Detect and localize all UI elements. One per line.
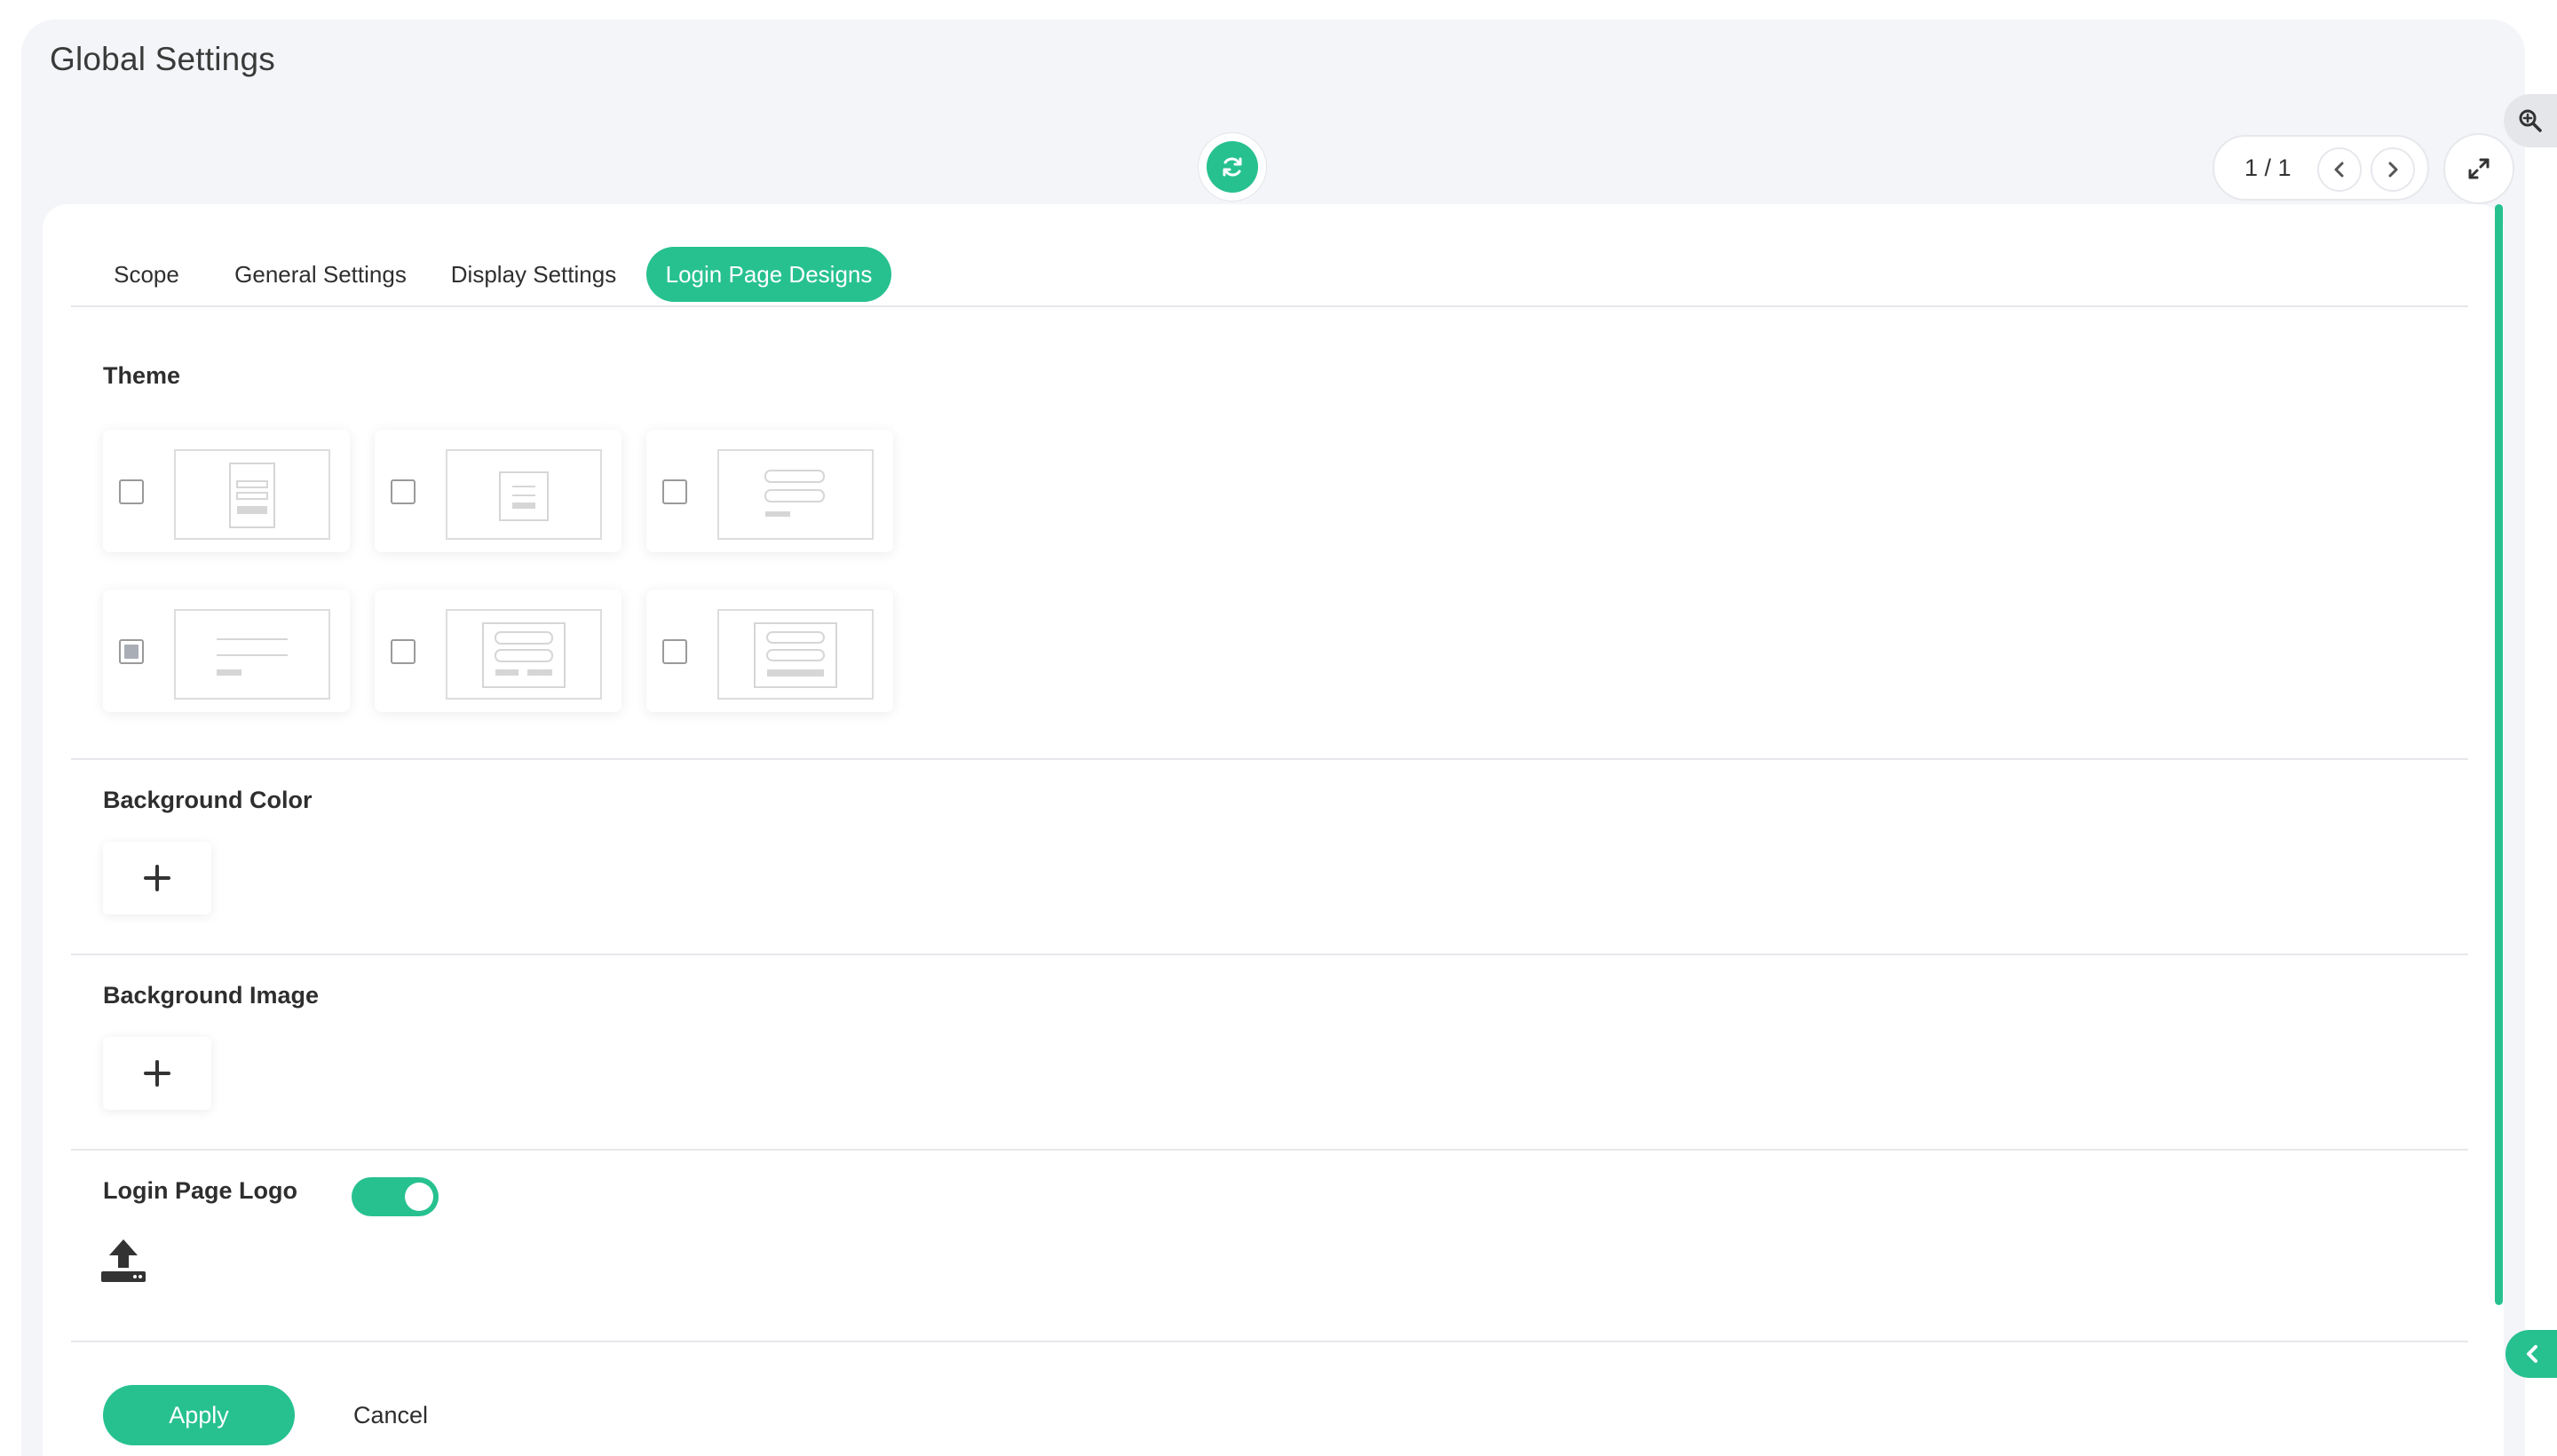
theme-checkbox-4[interactable]	[119, 639, 144, 664]
theme-preview-6	[717, 609, 874, 700]
theme-preview-5	[446, 609, 602, 700]
theme-preview-2	[446, 449, 602, 540]
chevron-right-icon	[2388, 162, 2398, 178]
settings-tabs: Scope General Settings Display Settings …	[71, 247, 2468, 307]
theme-checkbox-5[interactable]	[391, 639, 416, 664]
add-background-color-button[interactable]	[103, 842, 211, 914]
zoom-icon	[2519, 109, 2542, 132]
login-page-logo-title: Login Page Logo	[103, 1177, 297, 1204]
cancel-button[interactable]: Cancel	[353, 1385, 428, 1445]
page-title: Global Settings	[50, 41, 275, 77]
theme-preview-4	[174, 609, 330, 700]
next-page-button[interactable]	[2371, 147, 2415, 192]
plus-icon	[144, 865, 170, 891]
pager: 1 / 1	[2213, 135, 2429, 201]
tab-general-settings[interactable]: General Settings	[220, 247, 421, 302]
collapse-icon	[2527, 1345, 2537, 1363]
toggle-knob	[405, 1183, 433, 1211]
add-background-image-button[interactable]	[103, 1037, 211, 1110]
theme-option-4[interactable]	[103, 590, 350, 712]
background-color-title: Background Color	[103, 787, 313, 813]
theme-checkbox-2[interactable]	[391, 479, 416, 504]
theme-option-5[interactable]	[375, 590, 621, 712]
chevron-left-icon	[2334, 162, 2344, 178]
refresh-button[interactable]	[1199, 133, 1266, 201]
page-count: 1 / 1	[2244, 154, 2292, 181]
apply-button[interactable]: Apply	[103, 1385, 295, 1445]
theme-option-3[interactable]	[646, 430, 893, 552]
theme-option-6[interactable]	[646, 590, 893, 712]
theme-title: Theme	[103, 362, 181, 389]
theme-checkbox-1[interactable]	[119, 479, 144, 504]
app-root: Global Settings 1 / 1 Scope General Sett…	[0, 0, 2557, 1456]
expand-button[interactable]	[2443, 133, 2514, 204]
tab-login-page-designs[interactable]: Login Page Designs	[646, 247, 891, 302]
tab-scope[interactable]: Scope	[87, 247, 206, 302]
settings-card: Scope General Settings Display Settings …	[43, 204, 2504, 1456]
login-page-logo-toggle[interactable]	[352, 1177, 439, 1216]
theme-checkbox-3[interactable]	[662, 479, 687, 504]
background-image-title: Background Image	[103, 982, 320, 1009]
theme-option-1[interactable]	[103, 430, 350, 552]
theme-preview-1	[174, 449, 330, 540]
tab-display-settings[interactable]: Display Settings	[435, 247, 632, 302]
collapse-panel-tab[interactable]	[2506, 1330, 2557, 1378]
theme-checkbox-6[interactable]	[662, 639, 687, 664]
upload-icon	[101, 1239, 146, 1282]
prev-page-button[interactable]	[2317, 147, 2362, 192]
refresh-icon	[1223, 157, 1242, 177]
scrollbar-thumb[interactable]	[2495, 204, 2503, 1305]
section-divider	[71, 954, 2468, 955]
expand-icon	[2468, 158, 2490, 179]
section-divider	[71, 1149, 2468, 1151]
theme-option-2[interactable]	[375, 430, 621, 552]
plus-icon	[144, 1060, 170, 1087]
theme-preview-3	[717, 449, 874, 540]
upload-logo-button[interactable]	[101, 1238, 146, 1286]
zoom-tab[interactable]	[2504, 94, 2557, 147]
section-divider	[71, 758, 2468, 760]
section-divider	[71, 1341, 2468, 1342]
